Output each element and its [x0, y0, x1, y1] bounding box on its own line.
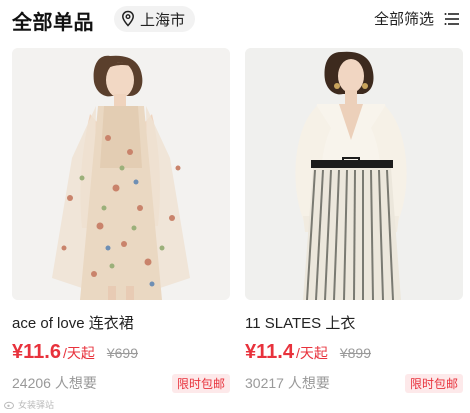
price-unit: /天起 — [295, 345, 328, 361]
watermark-text: 女装驿站 — [18, 400, 55, 410]
meta-row: 24206 人想要 限时包邮 — [12, 373, 230, 393]
free-shipping-badge: 限时包邮 — [171, 373, 230, 393]
want-count: 30217 人想要 — [245, 375, 330, 391]
original-price: ¥699 — [106, 345, 138, 361]
product-image[interactable] — [245, 48, 463, 300]
filter-lines-icon — [444, 12, 459, 25]
weibo-icon — [4, 401, 14, 409]
meta-row: 30217 人想要 限时包邮 — [245, 373, 463, 393]
free-shipping-badge: 限时包邮 — [404, 373, 463, 393]
product-card[interactable]: 11 SLATES 上衣 ¥11.4 /天起 ¥899 30217 人想要 限时… — [245, 48, 463, 393]
page-title: 全部单品 — [12, 12, 94, 34]
city-name: 上海市 — [140, 11, 186, 29]
dress-photo — [12, 48, 230, 300]
watermark: 女装驿站 — [4, 398, 54, 411]
price-row: ¥11.6 /天起 ¥699 — [12, 341, 230, 365]
filter-label: 全部筛选 — [373, 11, 434, 28]
price-unit: /天起 — [62, 345, 95, 361]
rental-price: ¥11.4 — [245, 341, 294, 363]
original-price: ¥899 — [339, 345, 371, 361]
rental-price: ¥11.6 — [12, 341, 61, 363]
header: 全部单品 上海市 全部筛选 — [0, 0, 470, 40]
price-row: ¥11.4 /天起 ¥899 — [245, 341, 463, 365]
product-name[interactable]: ace of love 连衣裙 — [12, 312, 230, 332]
location-pin-icon — [122, 10, 134, 27]
product-card[interactable]: ace of love 连衣裙 ¥11.6 /天起 ¥699 24206 人想要… — [12, 48, 230, 393]
want-count: 24206 人想要 — [12, 375, 97, 391]
product-image[interactable] — [12, 48, 230, 300]
city-selector[interactable]: 上海市 — [114, 6, 196, 32]
product-name[interactable]: 11 SLATES 上衣 — [245, 312, 463, 332]
blouse-photo — [245, 48, 463, 300]
filter-button[interactable]: 全部筛选 — [374, 8, 460, 29]
